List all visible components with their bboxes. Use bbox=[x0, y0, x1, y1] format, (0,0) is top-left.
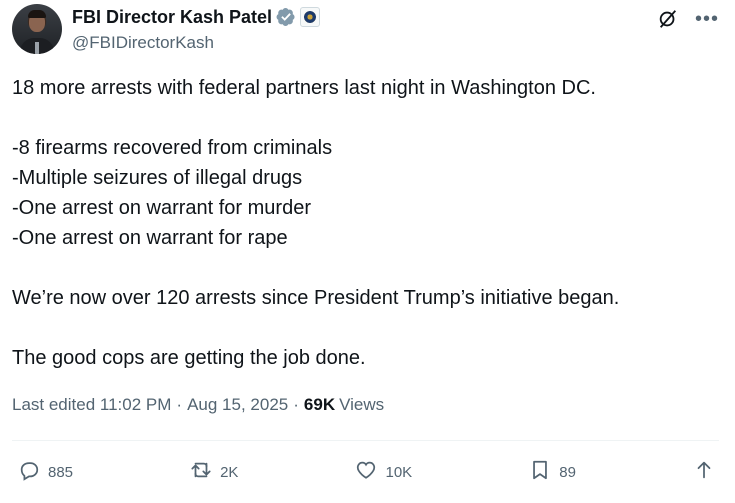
share-button[interactable] bbox=[693, 459, 715, 485]
separator: · bbox=[293, 395, 299, 414]
views-label: Views bbox=[339, 395, 385, 414]
display-name-row: FBI Director Kash Patel bbox=[72, 4, 321, 30]
like-button[interactable]: 10K bbox=[355, 459, 412, 485]
post-line: -Multiple seizures of illegal drugs bbox=[12, 167, 303, 189]
post-line: -8 firearms recovered from criminals bbox=[12, 137, 333, 159]
top-actions: ••• bbox=[657, 8, 719, 30]
post-line: 18 more arrests with federal partners la… bbox=[12, 77, 596, 99]
post-line: -One arrest on warrant for murder bbox=[12, 197, 311, 219]
reply-button[interactable]: 885 bbox=[18, 459, 73, 485]
post-line: We’re now over 120 arrests since Preside… bbox=[12, 287, 620, 309]
author-handle[interactable]: @FBIDirectorKash bbox=[72, 33, 320, 53]
post-text: 18 more arrests with federal partners la… bbox=[12, 73, 712, 373]
repost-button[interactable]: 2K bbox=[190, 459, 238, 485]
verified-badge-icon[interactable] bbox=[276, 7, 296, 27]
post-header: FBI Director Kash Patel @FBIDirectorKash… bbox=[12, 4, 723, 54]
views-count: 69K bbox=[303, 395, 336, 414]
like-count: 10K bbox=[385, 463, 413, 481]
post-date[interactable]: Aug 15, 2025 bbox=[187, 395, 288, 415]
fbi-seal-icon[interactable] bbox=[300, 7, 321, 27]
divider bbox=[12, 440, 719, 441]
separator: · bbox=[176, 395, 183, 414]
post: FBI Director Kash Patel @FBIDirectorKash… bbox=[0, 0, 735, 503]
author-block: FBI Director Kash Patel @FBIDirectorKash bbox=[72, 4, 321, 53]
action-bar: 885 2K 10K 89 bbox=[18, 457, 715, 487]
reply-icon bbox=[18, 459, 40, 485]
display-name[interactable]: FBI Director Kash Patel bbox=[72, 7, 272, 28]
bookmark-count: 89 bbox=[559, 463, 576, 481]
more-options-icon[interactable]: ••• bbox=[695, 9, 719, 29]
reply-count: 885 bbox=[48, 463, 74, 481]
post-line: -One arrest on warrant for rape bbox=[12, 227, 288, 249]
bookmark-icon bbox=[529, 459, 551, 485]
share-icon bbox=[693, 459, 715, 485]
repost-icon bbox=[190, 459, 212, 485]
post-line: The good cops are getting the job done. bbox=[12, 347, 366, 369]
grok-icon[interactable] bbox=[657, 8, 679, 30]
heart-icon bbox=[355, 459, 377, 485]
avatar[interactable] bbox=[12, 4, 62, 54]
bookmark-button[interactable]: 89 bbox=[529, 459, 576, 485]
edited-timestamp[interactable]: Last edited 11:02 PM bbox=[12, 395, 171, 415]
post-meta: Last edited 11:02 PM · Aug 15, 2025 · 69… bbox=[12, 395, 384, 415]
repost-count: 2K bbox=[220, 463, 239, 481]
